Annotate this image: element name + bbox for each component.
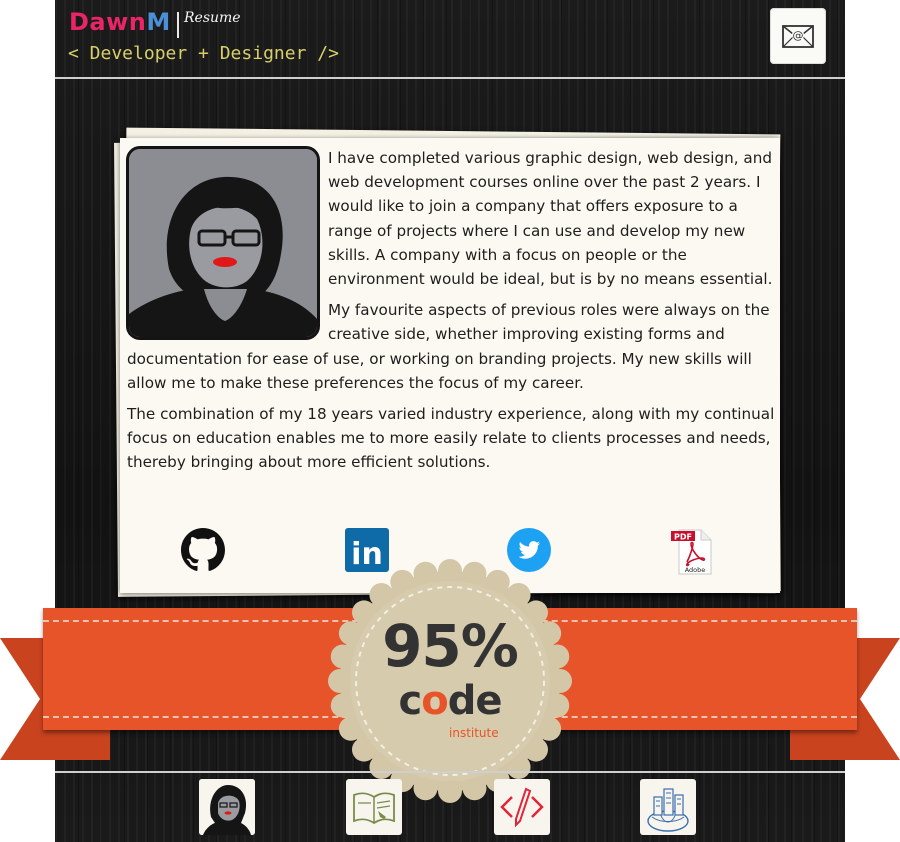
badge-code-o: o bbox=[421, 678, 449, 724]
nav-about-me[interactable] bbox=[199, 779, 255, 835]
pdf-brand: Adobe bbox=[685, 566, 706, 574]
contact-button[interactable]: @ bbox=[770, 8, 826, 64]
footer-divider bbox=[55, 771, 845, 773]
about-text: I have completed various graphic design,… bbox=[127, 146, 775, 482]
globe-city-icon bbox=[647, 788, 689, 832]
header-divider bbox=[55, 77, 845, 79]
github-icon bbox=[181, 528, 225, 571]
about-paragraph: The combination of my 18 years varied in… bbox=[127, 405, 775, 472]
profile-portrait-icon bbox=[199, 779, 255, 835]
badge-code-de: de bbox=[447, 678, 503, 724]
brand-subtitle: Resume bbox=[184, 10, 241, 26]
book-icon bbox=[353, 792, 395, 825]
svg-text:@: @ bbox=[793, 29, 804, 42]
code-tag-icon bbox=[500, 787, 544, 828]
mail-icon: @ bbox=[782, 25, 814, 48]
photo-spacer bbox=[127, 146, 328, 340]
nav-code[interactable] bbox=[494, 779, 550, 835]
brand-initial: M bbox=[146, 8, 171, 36]
brand-logo[interactable]: DawnM bbox=[69, 8, 171, 36]
badge-percent: 95% bbox=[382, 612, 519, 680]
pdf-label: PDF bbox=[674, 533, 692, 542]
badge-code-logo: code bbox=[327, 678, 573, 724]
nav-education[interactable] bbox=[346, 779, 402, 835]
brand-name: Dawn bbox=[69, 8, 147, 36]
nav-portfolio[interactable] bbox=[640, 779, 696, 835]
pdf-resume-link[interactable]: PDF Adobe bbox=[669, 528, 713, 575]
pdf-icon: PDF Adobe bbox=[671, 529, 712, 575]
tagline: < Developer + Designer /> bbox=[68, 43, 339, 64]
badge-code-c: c bbox=[398, 678, 423, 724]
github-link[interactable] bbox=[181, 528, 225, 572]
badge-institute: institute bbox=[449, 726, 499, 740]
brand-divider bbox=[177, 12, 179, 38]
